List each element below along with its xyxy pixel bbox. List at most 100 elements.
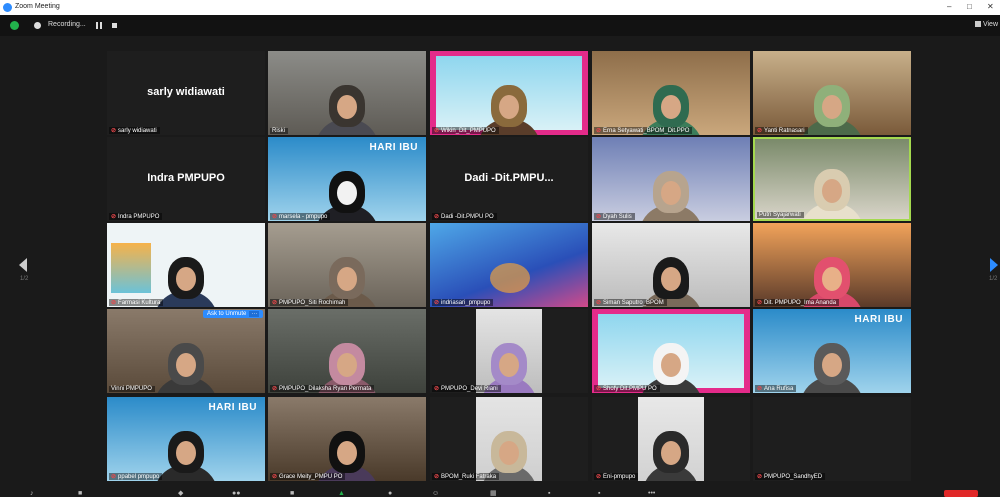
participant-tile[interactable]: ⊘ Wikin_Dit_PMPUPO	[430, 51, 588, 135]
participant-name-label: ⊘ Erna Setyawati_BPOM_Dit.PPO	[594, 127, 693, 134]
participant-tile[interactable]: ⊘ Shofy Dit.PMPU PO	[592, 309, 750, 393]
window-title: Zoom Meeting	[15, 3, 60, 10]
participant-name-label: ⊘ PMPUPO_Siti Rochimah	[270, 299, 349, 306]
mic-muted-icon: ⊘	[596, 474, 602, 480]
share-screen-icon[interactable]: ▲	[338, 490, 345, 497]
participant-name-label: ⊘ PMPUPO_Dilaksha Ryan Permata	[270, 385, 375, 392]
minimize-button[interactable]: –	[947, 2, 951, 11]
participant-tile[interactable]: ⊘ Erna Setyawati_BPOM_Dit.PPO	[592, 51, 750, 135]
participant-video	[315, 85, 379, 135]
hari-ibu-banner: HARI IBU	[369, 142, 418, 153]
participant-tile[interactable]: ⊘ indriasari_pmpupo	[430, 223, 588, 307]
mic-muted-icon: ⊘	[272, 300, 278, 306]
mic-muted-icon: ⊘	[434, 128, 440, 134]
participant-video	[154, 257, 218, 307]
participants-icon[interactable]: ●●	[232, 490, 240, 497]
participant-display-name: sarly widiawati	[147, 85, 225, 98]
mic-muted-icon: ⊘	[757, 386, 763, 392]
chat-icon[interactable]: ■	[290, 490, 294, 497]
security-icon[interactable]: ◆	[178, 490, 183, 497]
participant-tile[interactable]: HARI IBU ⊘ ppabel pmpupo	[107, 397, 265, 481]
participant-tile[interactable]: ⊘ Dyah Sulis	[592, 137, 750, 221]
restore-button[interactable]: □	[967, 2, 972, 11]
more-icon[interactable]: •••	[648, 490, 655, 497]
mic-muted-icon: ⊘	[434, 386, 440, 392]
stop-recording-icon[interactable]	[112, 23, 117, 28]
virtual-background	[490, 263, 530, 293]
view-button-label: View	[982, 21, 998, 28]
participant-tile[interactable]: ⊘ PMPUPO_Devi Riani	[430, 309, 588, 393]
microphone-icon[interactable]: ♪	[30, 490, 34, 497]
participant-name-label: ⊘ Farmasi Kultura	[109, 299, 164, 306]
participant-name-label: Riski	[270, 128, 288, 134]
participant-tile[interactable]: Riski	[268, 51, 426, 135]
participant-display-name: Dadi -Dit.PMPU...	[464, 171, 554, 184]
end-meeting-button[interactable]	[944, 490, 978, 497]
mic-muted-icon: ⊘	[111, 214, 117, 220]
participant-name-label: ⊘ PMPUPO_Devi Riani	[432, 385, 501, 392]
participant-tile-active-speaker[interactable]: Putri Syajarwati	[753, 137, 911, 221]
more-options-icon[interactable]: ···	[249, 311, 260, 317]
participant-name-label: ⊘ indriasari_pmpupo	[432, 299, 494, 306]
mic-muted-icon: ⊘	[434, 474, 440, 480]
participant-tile[interactable]: HARI IBU ⊘ Ana Rufisa	[753, 309, 911, 393]
participant-tile[interactable]: ⊘ Farmasi Kultura	[107, 223, 265, 307]
mic-muted-icon: ⊘	[272, 214, 278, 220]
participant-name-label: ⊘ Wikin_Dit_PMPUPO	[432, 127, 499, 134]
mic-muted-icon: ⊘	[111, 300, 117, 306]
apps-icon[interactable]: ▪	[548, 490, 550, 497]
prev-page-arrow-icon[interactable]	[19, 258, 27, 272]
participant-name-label: ⊘ BPOM_Ruki Fatraka	[432, 473, 500, 480]
video-camera-icon[interactable]: ■	[78, 490, 82, 497]
participant-name-label: Vinni PMPUPO	[109, 386, 155, 392]
participant-tile[interactable]: ⊘ PMPUPO_SandhyED	[753, 397, 911, 481]
grid-view-icon	[974, 21, 981, 28]
close-button[interactable]: ✕	[987, 2, 994, 11]
participant-name-label: ⊘ Siman Saputro_BPOM	[594, 299, 667, 306]
participant-video	[476, 397, 542, 481]
breakout-rooms-icon[interactable]: ▦	[490, 490, 497, 497]
participant-name-label: ⊘ Dyah Sulis	[594, 213, 635, 220]
whiteboard-icon[interactable]: ▪	[598, 490, 600, 497]
recording-icon	[34, 22, 41, 29]
participant-video	[800, 85, 864, 135]
reactions-icon[interactable]: ☺	[432, 490, 439, 497]
participant-name-label: ⊘ Indra PMPUPO	[109, 213, 163, 220]
window-titlebar: Zoom Meeting – □ ✕	[0, 0, 1000, 15]
participant-tile[interactable]: Ask to Unmute ··· Vinni PMPUPO	[107, 309, 265, 393]
ask-to-unmute-button[interactable]: Ask to Unmute ···	[203, 310, 264, 318]
participant-tile[interactable]: ⊘ Grace Meity_PMPU PO	[268, 397, 426, 481]
mic-muted-icon: ⊘	[434, 214, 440, 220]
mic-muted-icon: ⊘	[757, 128, 763, 134]
participant-tile[interactable]: sarly widiawati ⊘ sarly widiawati	[107, 51, 265, 135]
participant-tile[interactable]: Dadi -Dit.PMPU... ⊘ Dadi -Dit.PMPU PO	[430, 137, 588, 221]
mic-muted-icon: ⊘	[111, 128, 117, 134]
hari-ibu-banner: HARI IBU	[854, 314, 903, 325]
participant-display-name: Indra PMPUPO	[147, 171, 225, 184]
participant-tile[interactable]: ⊘ Eni-pmpupo	[592, 397, 750, 481]
record-icon[interactable]: ●	[388, 490, 392, 497]
participant-tile[interactable]: HARI IBU ⊘ marsela - pmpupo	[268, 137, 426, 221]
participant-tile[interactable]: ⊘ BPOM_Ruki Fatraka	[430, 397, 588, 481]
mic-muted-icon: ⊘	[596, 214, 602, 220]
mic-muted-icon: ⊘	[272, 474, 278, 480]
recording-label: Recording...	[48, 21, 86, 28]
page-indicator-right: 1/2	[989, 276, 998, 282]
pause-recording-icon[interactable]	[96, 22, 102, 29]
security-shield-icon[interactable]	[10, 21, 19, 30]
participant-tile[interactable]: ⊘ PMPUPO_Siti Rochimah	[268, 223, 426, 307]
view-button[interactable]: View	[974, 21, 998, 28]
participant-video	[154, 431, 218, 481]
participant-tile[interactable]: Indra PMPUPO ⊘ Indra PMPUPO	[107, 137, 265, 221]
participant-tile[interactable]: ⊘ Dit. PMPUPO_Ima Ananda	[753, 223, 911, 307]
participant-tile[interactable]: ⊘ PMPUPO_Dilaksha Ryan Permata	[268, 309, 426, 393]
participant-tile[interactable]: ⊘ Yanti Ratnasari	[753, 51, 911, 135]
next-page-arrow-icon[interactable]	[990, 258, 998, 272]
mic-muted-icon: ⊘	[596, 128, 602, 134]
mic-muted-icon: ⊘	[757, 300, 763, 306]
participant-video	[800, 343, 864, 393]
participant-name-label: ⊘ ppabel pmpupo	[109, 473, 163, 480]
mic-muted-icon: ⊘	[111, 474, 117, 480]
participant-tile[interactable]: ⊘ Siman Saputro_BPOM	[592, 223, 750, 307]
participant-name-label: ⊘ Shofy Dit.PMPU PO	[594, 385, 660, 392]
